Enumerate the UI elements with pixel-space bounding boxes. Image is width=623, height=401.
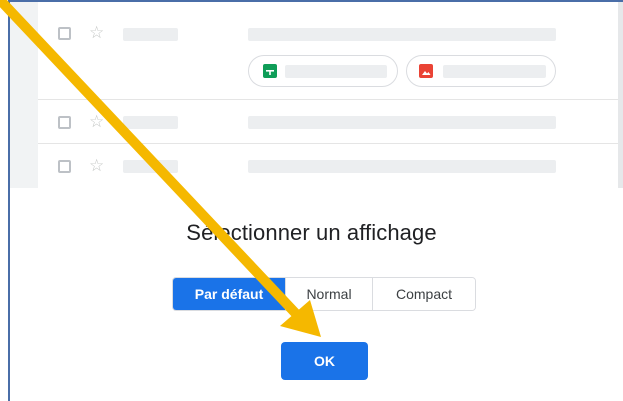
density-selector: Par défaut Normal Compact — [172, 277, 476, 311]
checkbox-icon — [58, 27, 71, 40]
subject-placeholder — [248, 28, 556, 41]
subject-placeholder — [248, 116, 556, 129]
density-option-default[interactable]: Par défaut — [173, 278, 286, 310]
preview-row: ☆ — [38, 2, 618, 100]
density-option-compact[interactable]: Compact — [373, 278, 475, 310]
sender-placeholder — [123, 116, 178, 129]
density-option-normal[interactable]: Normal — [286, 278, 373, 310]
preview-row: ☆ — [38, 100, 618, 144]
attachment-chip — [248, 55, 398, 87]
subject-placeholder — [248, 160, 556, 173]
sender-placeholder — [123, 28, 178, 41]
preview-row: ☆ — [38, 144, 618, 188]
attachment-name-placeholder — [443, 65, 546, 78]
preview-scrollbar — [618, 2, 623, 188]
inbox-density-preview: ☆ ☆ ☆ — [10, 2, 623, 188]
preview-message-list: ☆ ☆ ☆ — [38, 2, 618, 188]
attachment-name-placeholder — [285, 65, 387, 78]
dialog-title: Sélectionner un affichage — [186, 220, 437, 245]
attachment-chip — [406, 55, 556, 87]
star-icon: ☆ — [89, 156, 105, 176]
sender-placeholder — [123, 160, 178, 173]
star-icon: ☆ — [89, 112, 105, 132]
image-file-icon — [419, 64, 433, 78]
checkbox-icon — [58, 116, 71, 129]
star-icon: ☆ — [89, 23, 105, 43]
sheets-file-icon — [263, 64, 277, 78]
checkbox-icon — [58, 160, 71, 173]
ok-button[interactable]: OK — [281, 342, 368, 380]
